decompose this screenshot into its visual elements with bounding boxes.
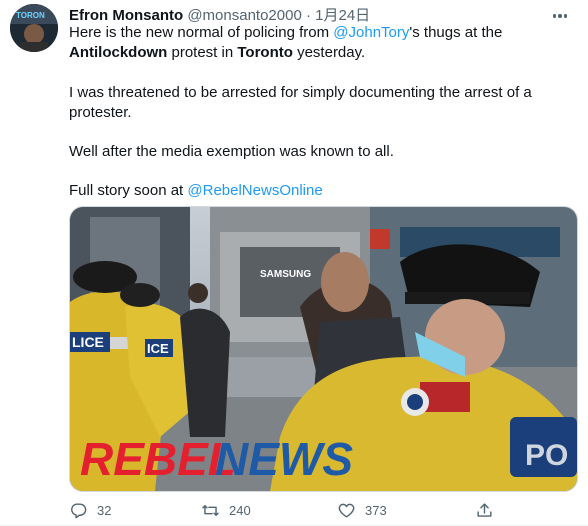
like-count: 373 (365, 503, 387, 518)
tweet-actions: 32 240 373 (69, 501, 549, 523)
vest-text-mid: ICE (147, 341, 169, 356)
media-image: SAMSUNG LICE ICE PO REBEL NEWS (70, 207, 577, 491)
retweet-button[interactable]: 240 (201, 501, 251, 520)
avatar[interactable]: TORON (10, 4, 58, 52)
watermark-rebel: REBEL (80, 433, 236, 485)
tweet[interactable]: TORON Efron Monsanto @monsanto2000 · 1月2… (0, 0, 588, 526)
like-button[interactable]: 373 (337, 501, 387, 520)
text-segment: Here is the new normal of policing from (69, 24, 334, 41)
mention-johntory[interactable]: @JohnTory (333, 24, 409, 41)
rebel-news-watermark: REBEL NEWS (80, 433, 353, 485)
tweet-paragraph-3: Well after the media exemption was known… (69, 143, 394, 160)
vest-text-right: PO (525, 439, 568, 472)
tweet-media[interactable]: SAMSUNG LICE ICE PO REBEL NEWS (69, 206, 578, 492)
tweet-paragraph-1: Here is the new normal of policing from … (69, 23, 569, 63)
timestamp[interactable]: 1月24日 (315, 7, 370, 24)
vest-text-left: LICE (72, 334, 104, 350)
avatar-text: TORON (16, 11, 45, 20)
tweet-paragraph-4: Full story soon at @RebelNewsOnline (69, 181, 569, 201)
share-button[interactable] (475, 501, 494, 520)
share-icon (477, 503, 492, 517)
author-handle[interactable]: @monsanto2000 (187, 7, 301, 24)
tweet-text: Here is the new normal of policing from … (69, 23, 569, 201)
text-segment: protest in (167, 44, 238, 61)
retweet-count: 240 (229, 503, 251, 518)
avatar-image: TORON (10, 4, 58, 52)
like-icon (338, 503, 355, 518)
watermark-news: NEWS (215, 433, 353, 485)
store-sign-text: SAMSUNG (260, 269, 311, 280)
hashtag-antilockdown: Antilockdown (69, 44, 168, 61)
tweet-paragraph-2: I was threatened to be arrested for simp… (69, 84, 532, 121)
author-name[interactable]: Efron Monsanto (69, 7, 183, 24)
reply-icon (71, 503, 87, 519)
text-segment: Full story soon at (69, 182, 188, 199)
separator: · (305, 7, 311, 24)
reply-count: 32 (97, 503, 112, 518)
text-segment: 's thugs at the (409, 24, 503, 41)
bold-toronto: Toronto (237, 44, 293, 61)
retweet-icon (202, 505, 219, 516)
text-segment: yesterday. (292, 44, 366, 61)
reply-button[interactable]: 32 (69, 501, 111, 520)
mention-rebelnewsonline[interactable]: @RebelNewsOnline (187, 182, 322, 199)
